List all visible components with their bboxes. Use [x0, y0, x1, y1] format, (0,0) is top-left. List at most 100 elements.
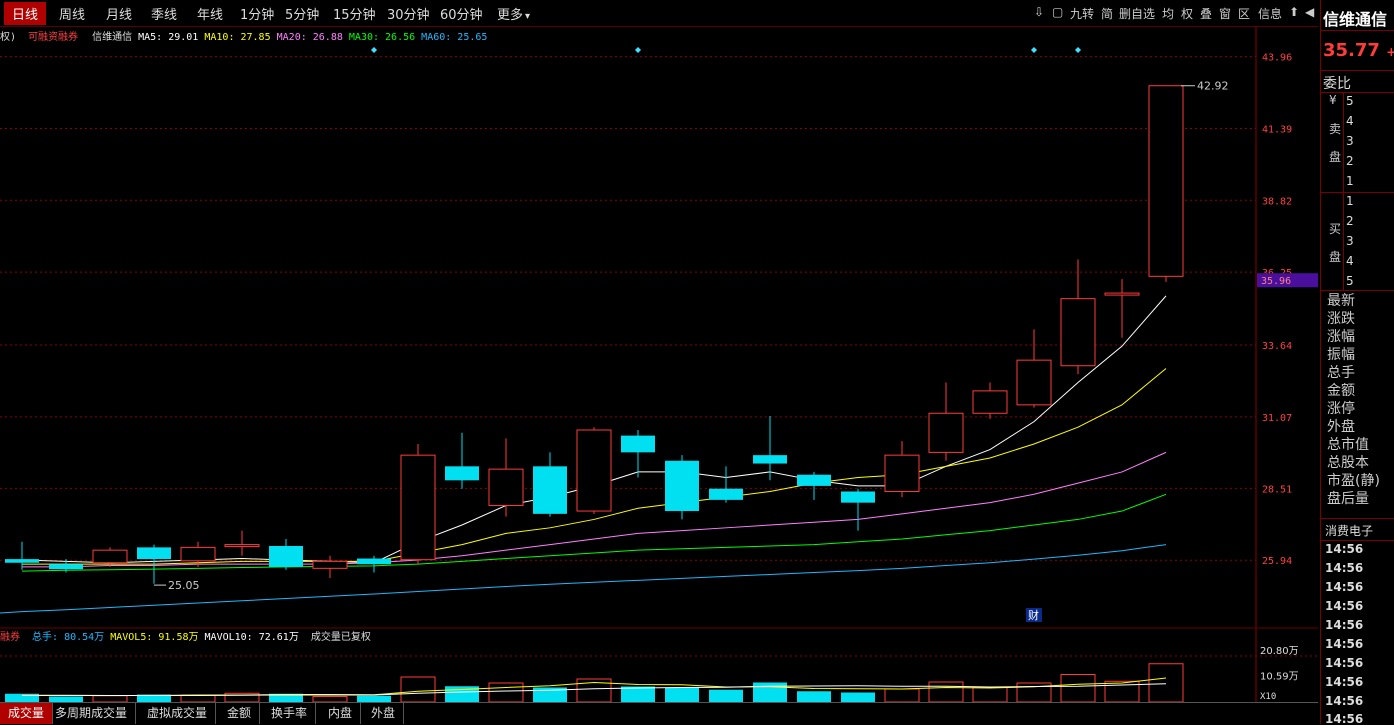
period-tab-day[interactable]: 日线 [4, 2, 47, 25]
buy-label-2: 盘 [1329, 250, 1342, 264]
ma30-value: MA30: 26.56 [348, 32, 416, 43]
indicator-info-line: 权) 可融资融券 信维通信 MA5: 29.01 MA10: 27.85 MA2… [0, 28, 487, 43]
low-price-label: 25.05 [168, 579, 200, 592]
tool-window[interactable]: 窗 [1219, 5, 1231, 22]
volume-bar-down [753, 682, 787, 702]
stat-limit-up: 涨停 [1327, 401, 1355, 417]
price-tick-label: 31.07 [1262, 413, 1292, 424]
volume-bar-down [709, 689, 743, 702]
tab-outer-volume[interactable]: 外盘 [363, 703, 405, 724]
period-tab-15min[interactable]: 15分钟 [333, 4, 376, 23]
period-tab-month[interactable]: 月线 [106, 4, 132, 23]
ma20-value: MA20: 26.88 [276, 32, 343, 43]
volume-tick-label: 10.59万 [1260, 672, 1299, 683]
period-tab-week[interactable]: 周线 [59, 4, 85, 23]
tool-rights[interactable]: 权 [1181, 5, 1193, 22]
draw-icon[interactable]: ▢ [1052, 5, 1063, 19]
price-tick-label: 41.39 [1262, 124, 1292, 135]
vol-note: 成交量已复权 [310, 632, 371, 643]
back-icon[interactable]: ⬆ [1289, 5, 1299, 19]
sector-label[interactable]: 消费电子 [1325, 522, 1373, 539]
tick-time: 14:56 [1325, 561, 1364, 575]
volume-bar-up [884, 688, 920, 702]
candle-body-up [400, 454, 436, 561]
tool-average[interactable]: 均 [1162, 5, 1174, 22]
buy-level-1: 1 [1346, 194, 1354, 208]
buy-label-1: 买 [1329, 222, 1342, 236]
tool-remove-watchlist[interactable]: 删自选 [1119, 5, 1155, 22]
volume-bar-up [400, 676, 436, 702]
volume-tick-label: 20.80万 [1260, 646, 1299, 657]
volume-unit-label: X10 [1260, 692, 1276, 702]
event-marker-icon [1075, 47, 1081, 53]
chevron-down-icon: ▾ [525, 11, 531, 22]
candle-body-down [137, 547, 171, 560]
mavol5-value: MAVOL5: 91.58万 [110, 632, 199, 643]
stat-change: 涨跌 [1327, 311, 1355, 327]
volume-bar-up [972, 687, 1008, 702]
tool-range[interactable]: 区 [1238, 5, 1250, 22]
candle-body-down [665, 460, 699, 512]
mavol10-value: MAVOL10: 72.61万 [204, 632, 299, 643]
ma5-value: MA5: 29.01 [138, 32, 199, 43]
finance-marker-label: 财 [1028, 608, 1039, 622]
tool-info[interactable]: 信息 [1258, 5, 1282, 22]
price-tick-label: 38.82 [1262, 196, 1292, 207]
ma60-value: MA60: 25.65 [421, 32, 488, 43]
sell-level-3: 3 [1346, 134, 1354, 148]
candle-body-up [928, 412, 964, 453]
stat-outer: 外盘 [1327, 419, 1355, 435]
volume-bar-down [665, 687, 699, 702]
tab-amount[interactable]: 金额 [219, 703, 261, 724]
candle-body-down [49, 564, 83, 570]
tab-multi-period-volume[interactable]: 多周期成交量 [47, 703, 137, 724]
stat-pe-static: 市盈(静) [1327, 473, 1380, 489]
price-tick-label: 43.96 [1262, 53, 1292, 64]
buy-level-5: 5 [1346, 274, 1354, 288]
download-icon[interactable]: ⇩ [1034, 5, 1044, 19]
candle-body-down [533, 466, 567, 514]
tick-time: 14:56 [1325, 675, 1364, 689]
period-toolbar: 日线 周线 月线 季线 年线 1分钟 5分钟 15分钟 30分钟 60分钟 更多… [0, 0, 1318, 27]
kline-chart[interactable]: 43.9641.3938.8236.2533.6431.0728.5125.94… [0, 26, 1318, 702]
high-price-label: 42.92 [1197, 80, 1229, 93]
candle-body-up [1060, 298, 1096, 367]
period-tab-5min[interactable]: 5分钟 [285, 4, 319, 23]
period-tab-1min[interactable]: 1分钟 [240, 4, 274, 23]
tool-overlay[interactable]: 叠 [1200, 5, 1212, 22]
candle-body-down [445, 466, 479, 481]
tool-nine-turn[interactable]: 九转 [1070, 5, 1094, 22]
volume-bar-down [797, 691, 831, 702]
panel-price: 35.77 + [1323, 40, 1394, 61]
candle-body-up [1148, 85, 1184, 277]
tool-simple[interactable]: 简 [1101, 5, 1113, 22]
stat-total-shares: 总股本 [1327, 455, 1369, 471]
current-price-label: 35.96 [1261, 276, 1291, 287]
sell-level-4: 4 [1346, 114, 1354, 128]
candle-body-down [797, 474, 831, 486]
stock-name: 信维通信 [92, 32, 133, 43]
period-tab-quarter[interactable]: 季线 [151, 4, 177, 23]
period-tab-year[interactable]: 年线 [197, 4, 223, 23]
period-tab-30min[interactable]: 30分钟 [387, 4, 430, 23]
tab-volume[interactable]: 成交量 [0, 703, 54, 724]
ma60-line-extension [0, 611, 23, 614]
stat-amount: 金额 [1327, 383, 1355, 399]
volume-bar-up [928, 681, 964, 702]
sell-level-5: 5 [1346, 94, 1354, 108]
tab-inner-volume[interactable]: 内盘 [320, 703, 362, 724]
volume-bar-down [621, 686, 655, 702]
tab-turnover[interactable]: 换手率 [263, 703, 317, 724]
period-tab-60min[interactable]: 60分钟 [440, 4, 483, 23]
tab-virtual-volume[interactable]: 虚拟成交量 [139, 703, 217, 724]
candle-body-up [180, 546, 216, 562]
collapse-icon[interactable]: ◀ [1305, 5, 1314, 19]
candle-body-up [224, 544, 260, 548]
price-value: 35.77 [1323, 40, 1380, 61]
stat-total-hands: 总手 [1327, 365, 1355, 381]
quote-panel: 信维通信 35.77 + 委比 ¥ 卖 盘 5 4 3 2 1 买 盘 1 2 … [1320, 0, 1394, 724]
tick-time: 14:56 [1325, 656, 1364, 670]
period-more-menu[interactable]: 更多 ▾ [497, 4, 530, 23]
event-marker-icon [371, 47, 377, 53]
volume-info-line: 融券 总手: 80.54万 MAVOL5: 91.58万 MAVOL10: 72… [0, 628, 371, 643]
